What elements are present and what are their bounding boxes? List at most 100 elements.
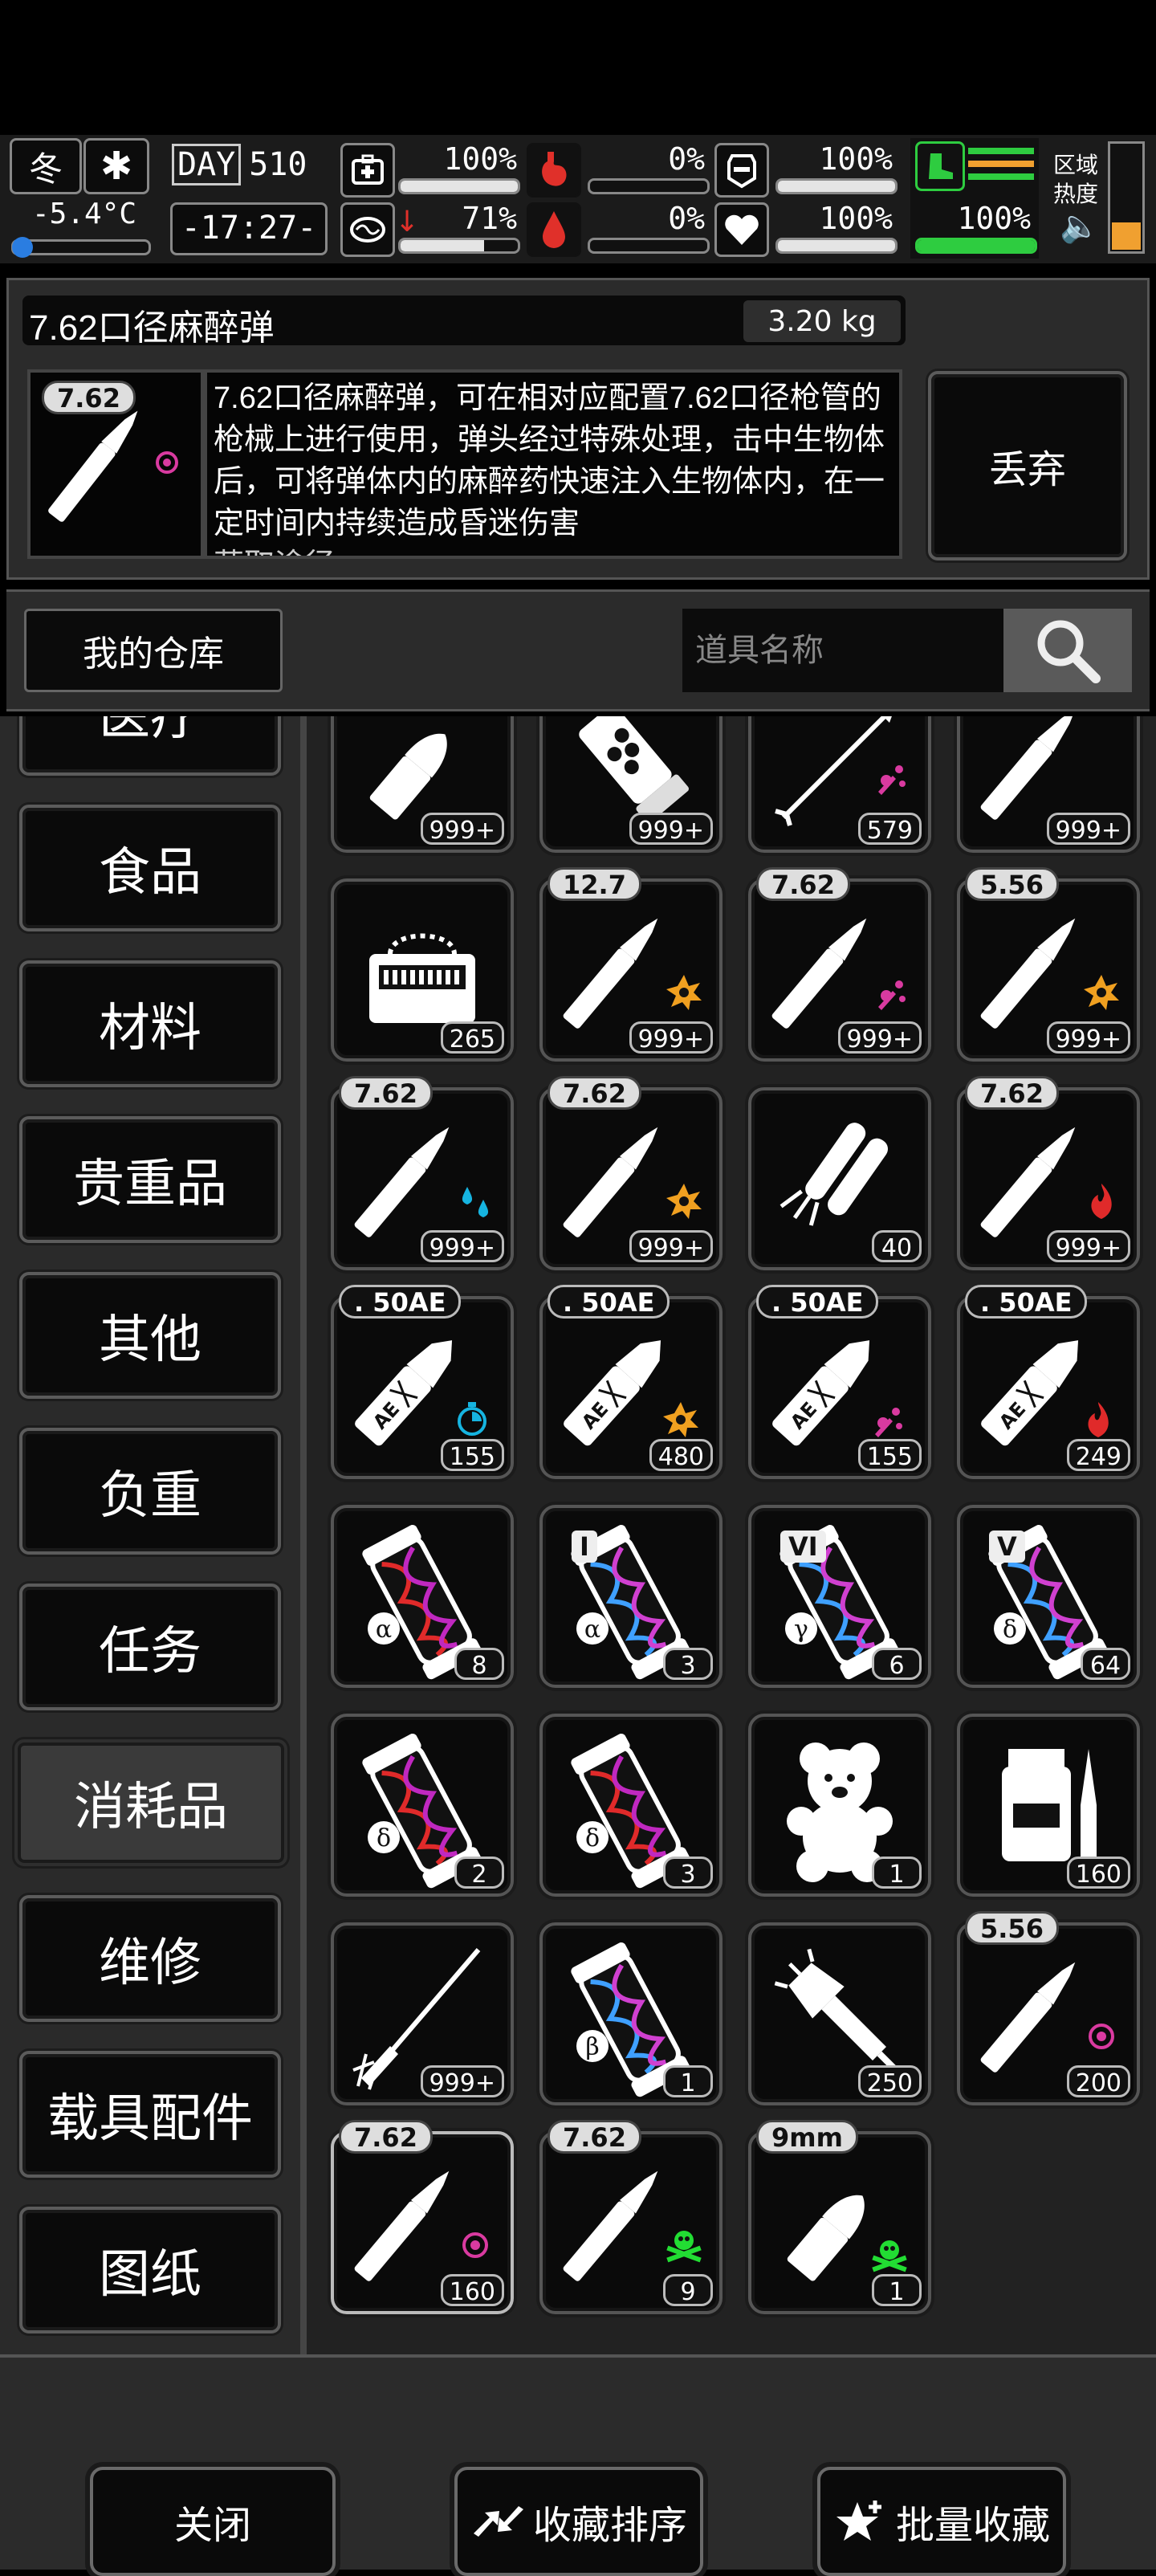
item-weight: 3.20 kg (767, 305, 877, 338)
inventory-slot[interactable]: 7.62999+ (539, 1076, 722, 1270)
inventory-slot[interactable]: 7.62999+ (331, 1076, 514, 1270)
search-input[interactable] (682, 609, 1003, 692)
item-count: 155 (440, 1439, 504, 1471)
temperature: -5.4°C (32, 198, 137, 230)
inventory-slot[interactable]: α I 3 (539, 1505, 722, 1688)
stat-hunger-bar (588, 178, 710, 194)
category-sidebar[interactable]: 医疗食品材料贵重品其他负重任务消耗品维修载具配件图纸 (0, 716, 300, 2354)
item-source-label: 获取途径 (214, 548, 336, 556)
tier-badge: VI (780, 1531, 826, 1563)
inventory-slot[interactable]: AE . 50AE 155 (331, 1285, 514, 1479)
item-description-box[interactable]: 7.62口径麻醉弹，可在相对应配置7.62口径枪管的枪械上进行使用，弹头经过特殊… (204, 369, 902, 559)
batch-favorite-button[interactable]: 批量收藏 (817, 2467, 1066, 2576)
inventory-slot[interactable]: 5.56 999+ (957, 867, 1140, 1062)
svg-text:α: α (584, 1616, 600, 1644)
category-label: 食品 (99, 843, 201, 901)
category-label: 载具配件 (47, 2089, 253, 2147)
star-plus-icon (836, 2501, 881, 2541)
item-count: 8 (454, 1648, 504, 1680)
inventory-slot[interactable]: 1 (748, 1714, 931, 1897)
category-button[interactable]: 图纸 (19, 2207, 281, 2333)
caliber-tag: . 50AE (756, 1285, 879, 1319)
caliber-tag: 7.62 (339, 1076, 433, 1110)
inventory-slot[interactable]: 5.56 200 (957, 1911, 1140, 2105)
item-count: 1 (872, 2274, 922, 2306)
category-button[interactable]: 维修 (19, 1895, 281, 2022)
stat-mood-bar (775, 238, 898, 254)
stat-stamina-value: 71% (462, 201, 517, 236)
svg-text:α: α (376, 1616, 392, 1644)
inventory-slot[interactable]: 7.62 9 (539, 2120, 722, 2314)
brain-icon (340, 202, 395, 257)
season-box: 冬 (10, 138, 82, 194)
rifle-bullet-icon (48, 410, 178, 522)
stat-stamina-bar (398, 238, 520, 254)
item-count: 999+ (1046, 1021, 1130, 1054)
item-count: 480 (649, 1439, 713, 1471)
category-button[interactable]: 消耗品 (14, 1739, 287, 1866)
speaker-icon[interactable]: 🔈 (1060, 207, 1100, 245)
inventory-slot[interactable]: 579 (748, 716, 931, 853)
inventory-slot[interactable]: 999+ (331, 1922, 514, 2105)
caliber-tag: . 50AE (547, 1285, 670, 1319)
inventory-slot[interactable]: 9mm999+ (331, 716, 514, 853)
item-count: 579 (857, 813, 922, 845)
category-button[interactable]: 食品 (19, 805, 281, 931)
search-button[interactable] (1003, 609, 1132, 692)
item-count: 40 (872, 1230, 922, 1262)
inventory-slot[interactable]: AE . 50AE 480 (539, 1285, 722, 1479)
inventory-slot[interactable]: 265 (331, 878, 514, 1062)
caliber-tag: 7.62 (965, 1076, 1059, 1110)
inventory-slot[interactable]: δ2 (331, 1714, 514, 1897)
category-label: 材料 (99, 999, 201, 1057)
blood-drop-icon (527, 202, 581, 257)
stat-armor-value: 100% (819, 141, 893, 177)
item-count: 64 (1081, 1648, 1130, 1680)
inventory-slot[interactable]: 250 (748, 1922, 931, 2105)
item-count: 3 (663, 1857, 713, 1889)
category-label: 维修 (99, 1934, 201, 1991)
category-button[interactable]: 任务 (19, 1584, 281, 1710)
inventory-slot[interactable]: 7.62999+ (748, 867, 931, 1062)
category-label: 图纸 (99, 2245, 201, 2303)
inventory-slot[interactable]: 18.4999+ (539, 716, 722, 853)
inventory-slot[interactable]: α8 (331, 1505, 514, 1688)
category-label: 负重 (99, 1466, 201, 1524)
category-button[interactable]: 贵重品 (19, 1116, 281, 1243)
inventory-slot[interactable]: 12.7 999+ (539, 867, 722, 1062)
inventory-slot[interactable]: δ V 64 (957, 1505, 1140, 1688)
favorite-sort-button[interactable]: 收藏排序 (454, 2467, 703, 2576)
discard-button[interactable]: 丢弃 (928, 371, 1127, 560)
caliber-tag: 7.62 (756, 867, 850, 901)
inventory-grid[interactable]: 9mm999+18.4999+5797.62999+26512.7999+7.6… (307, 716, 1156, 2354)
category-button[interactable]: 其他 (19, 1272, 281, 1399)
inventory-slot[interactable]: 7.62 160 (331, 2120, 514, 2314)
medkit-icon (340, 143, 395, 198)
swap-arrows-icon (473, 2506, 523, 2537)
category-button[interactable]: 材料 (19, 960, 281, 1087)
inventory-slot[interactable]: 7.62999+ (957, 1076, 1140, 1270)
stat-bleeding-value: 0% (668, 201, 705, 236)
my-warehouse-button[interactable]: 我的仓库 (24, 609, 283, 692)
item-preview: 7.62 (27, 369, 204, 559)
stat-hunger-value: 0% (668, 141, 705, 177)
category-button[interactable]: 负重 (19, 1428, 281, 1555)
category-button[interactable]: 医疗 (19, 716, 281, 776)
caliber-tag: 9mm (756, 2120, 858, 2154)
item-count: 9 (663, 2274, 713, 2306)
category-button[interactable]: 载具配件 (19, 2051, 281, 2178)
inventory-slot[interactable]: AE . 50AE 249 (957, 1285, 1140, 1479)
inventory-slot[interactable]: AE . 50AE 155 (748, 1285, 931, 1479)
category-label: 其他 (99, 1310, 201, 1368)
stat-mood-value: 100% (819, 201, 893, 236)
inventory-slot[interactable]: 40 (748, 1087, 931, 1270)
inventory-slot[interactable]: β1 (539, 1922, 722, 2105)
inventory-slot[interactable]: 160 (957, 1714, 1140, 1897)
snowflake-icon: ✱ (83, 138, 149, 194)
inventory-slot[interactable]: γ VI 6 (748, 1505, 931, 1688)
inventory-slot[interactable]: δ3 (539, 1714, 722, 1897)
zone-heat-label: 区域 热度 (1053, 153, 1099, 206)
inventory-slot[interactable]: 7.62999+ (957, 716, 1140, 853)
close-button[interactable]: 关闭 (90, 2467, 336, 2576)
inventory-slot[interactable]: 9mm 1 (748, 2120, 931, 2314)
